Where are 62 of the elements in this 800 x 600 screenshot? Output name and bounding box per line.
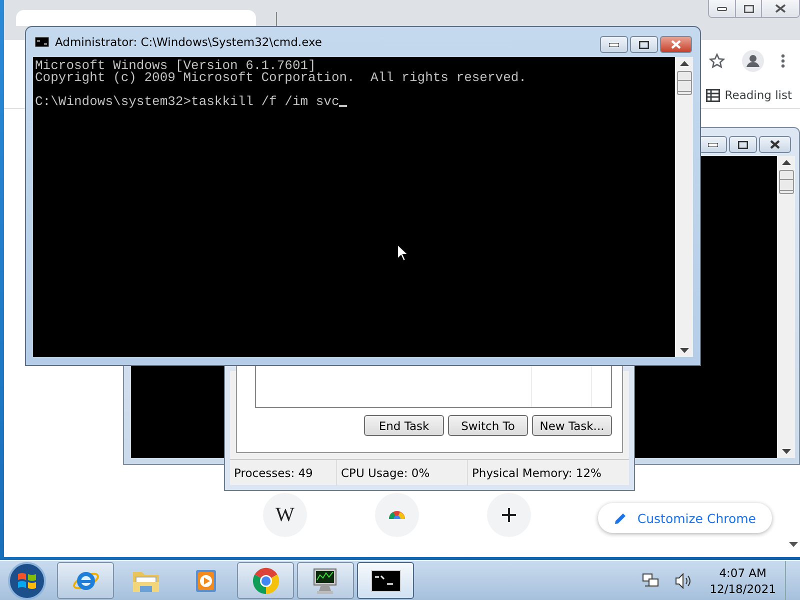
scroll-up-icon[interactable] [680, 61, 688, 66]
status-text: CPU Usage: 0% [337, 460, 468, 486]
console-output-line: Microsoft Windows [Version 6.1.7601] [35, 60, 316, 72]
scrollbar[interactable] [777, 156, 795, 458]
console-icon [370, 570, 400, 592]
maximize-button[interactable] [630, 36, 658, 53]
restore-icon [744, 4, 754, 12]
reading-list-button[interactable]: Reading list [706, 86, 792, 104]
clock-date[interactable]: 12/18/2021 [710, 582, 776, 596]
speaker-icon[interactable] [674, 572, 693, 588]
star-icon[interactable] [709, 53, 725, 69]
pencil-icon [614, 512, 628, 524]
minimize-button[interactable] [709, 0, 735, 17]
shortcut-tile[interactable] [375, 493, 419, 537]
customize-chrome-button[interactable]: Customize Chrome [598, 503, 772, 533]
console-output-line: Copyright (c) 2009 Microsoft Corporation. All rights reserved. [35, 72, 528, 84]
maximize-button[interactable] [735, 0, 761, 17]
text-cursor [339, 105, 348, 107]
close-icon [770, 140, 780, 149]
shortcut-tile[interactable]: W [263, 493, 307, 537]
minimize-icon [609, 42, 619, 46]
dialog-button[interactable]: Switch To [448, 415, 528, 436]
window-title: Administrator: C:\Windows\System32\cmd.exe [55, 35, 322, 49]
close-icon [775, 4, 786, 13]
mouse-pointer-icon [397, 244, 409, 262]
menu-icon[interactable] [781, 54, 785, 68]
status-text: Processes: 49 [230, 460, 337, 486]
minimize-icon [708, 142, 718, 146]
plus-icon [502, 508, 516, 522]
chrome-icon [250, 566, 280, 596]
close-button[interactable] [759, 136, 791, 153]
console-icon [35, 37, 49, 47]
scroll-up-icon[interactable] [782, 160, 790, 165]
minimize-icon [717, 6, 727, 10]
maximize-icon [738, 140, 748, 148]
maximize-icon [639, 40, 649, 48]
add-shortcut-button[interactable] [487, 493, 531, 537]
play-icon [194, 568, 218, 594]
minimize-button[interactable] [600, 36, 628, 53]
chrome-icon [388, 510, 406, 520]
console-command-line: C:\Windows\system32>taskkill /f /im svc [35, 96, 340, 108]
profile-avatar-icon[interactable] [742, 50, 764, 72]
scroll-thumb[interactable] [778, 170, 794, 194]
scroll-down-icon[interactable] [789, 542, 798, 547]
dialog-button[interactable]: New Task... [532, 415, 612, 436]
scroll-down-icon[interactable] [782, 449, 790, 454]
taskbar-button[interactable] [297, 562, 354, 599]
close-button[interactable] [660, 36, 692, 53]
network-icon[interactable] [642, 572, 660, 588]
close-button[interactable] [761, 0, 799, 17]
minimize-button[interactable] [699, 136, 727, 153]
maximize-button[interactable] [729, 136, 757, 153]
scroll-down-icon[interactable] [680, 348, 688, 353]
close-icon [671, 40, 681, 49]
scrollbar[interactable] [675, 57, 693, 357]
windows-logo-icon [7, 560, 47, 600]
list-icon [706, 88, 720, 102]
dialog-button[interactable]: End Task [364, 415, 444, 436]
status-text: Physical Memory: 12% [471, 465, 602, 482]
taskbar-button[interactable] [357, 562, 414, 599]
clock-time[interactable]: 4:07 AM [719, 566, 766, 580]
scroll-thumb[interactable] [676, 71, 692, 95]
